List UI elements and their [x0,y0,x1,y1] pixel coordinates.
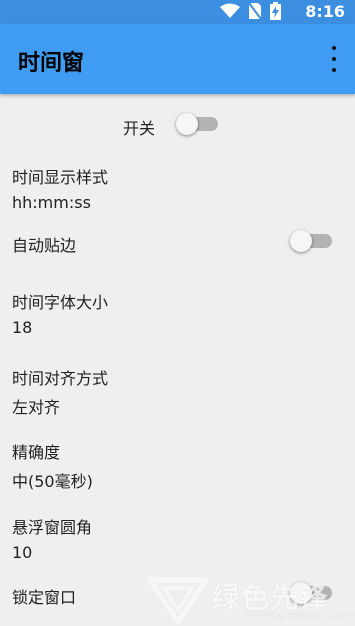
battery-charging-icon [270,2,281,24]
corner-radius-label: 悬浮窗圆角 [12,518,93,537]
wifi-icon [220,3,240,23]
status-icons [220,2,281,24]
time-format-setting[interactable]: 时间显示样式 hh:mm:ss [12,164,108,212]
no-sim-icon [248,2,262,24]
time-format-label: 时间显示样式 [12,168,109,187]
precision-setting[interactable]: 精确度 中(50毫秒) [12,439,93,492]
more-vert-icon[interactable] [329,46,339,72]
precision-label: 精确度 [12,443,61,462]
app-bar: 时间窗 [0,24,355,94]
precision-value: 中(50毫秒) [12,472,93,491]
page-title: 时间窗 [18,51,85,76]
alignment-label: 时间对齐方式 [12,369,109,388]
lock-window-switch[interactable] [290,582,334,604]
auto-snap-label: 自动贴边 [12,236,77,255]
font-size-value: 18 [12,318,33,337]
master-switch-label: 开关 [123,119,156,138]
alignment-setting[interactable]: 时间对齐方式 左对齐 [12,365,108,418]
lock-window-label: 锁定窗口 [12,588,77,607]
font-size-setting[interactable]: 时间字体大小 18 [12,289,108,337]
corner-radius-value: 10 [12,543,33,562]
alignment-value: 左对齐 [12,398,61,417]
auto-snap-setting[interactable]: 自动贴边 [12,232,76,256]
master-switch[interactable] [176,113,220,135]
status-bar: 8:16 [0,0,355,24]
watermark-url: www.greenxf.com [244,608,355,621]
lock-window-setting[interactable]: 锁定窗口 [12,584,76,608]
corner-radius-setting[interactable]: 悬浮窗圆角 10 [12,514,92,562]
font-size-label: 时间字体大小 [12,293,109,312]
status-clock: 8:16 [305,2,345,21]
time-format-value: hh:mm:ss [12,193,91,212]
watermark-logo-icon [148,577,208,624]
auto-snap-switch[interactable] [290,230,334,252]
